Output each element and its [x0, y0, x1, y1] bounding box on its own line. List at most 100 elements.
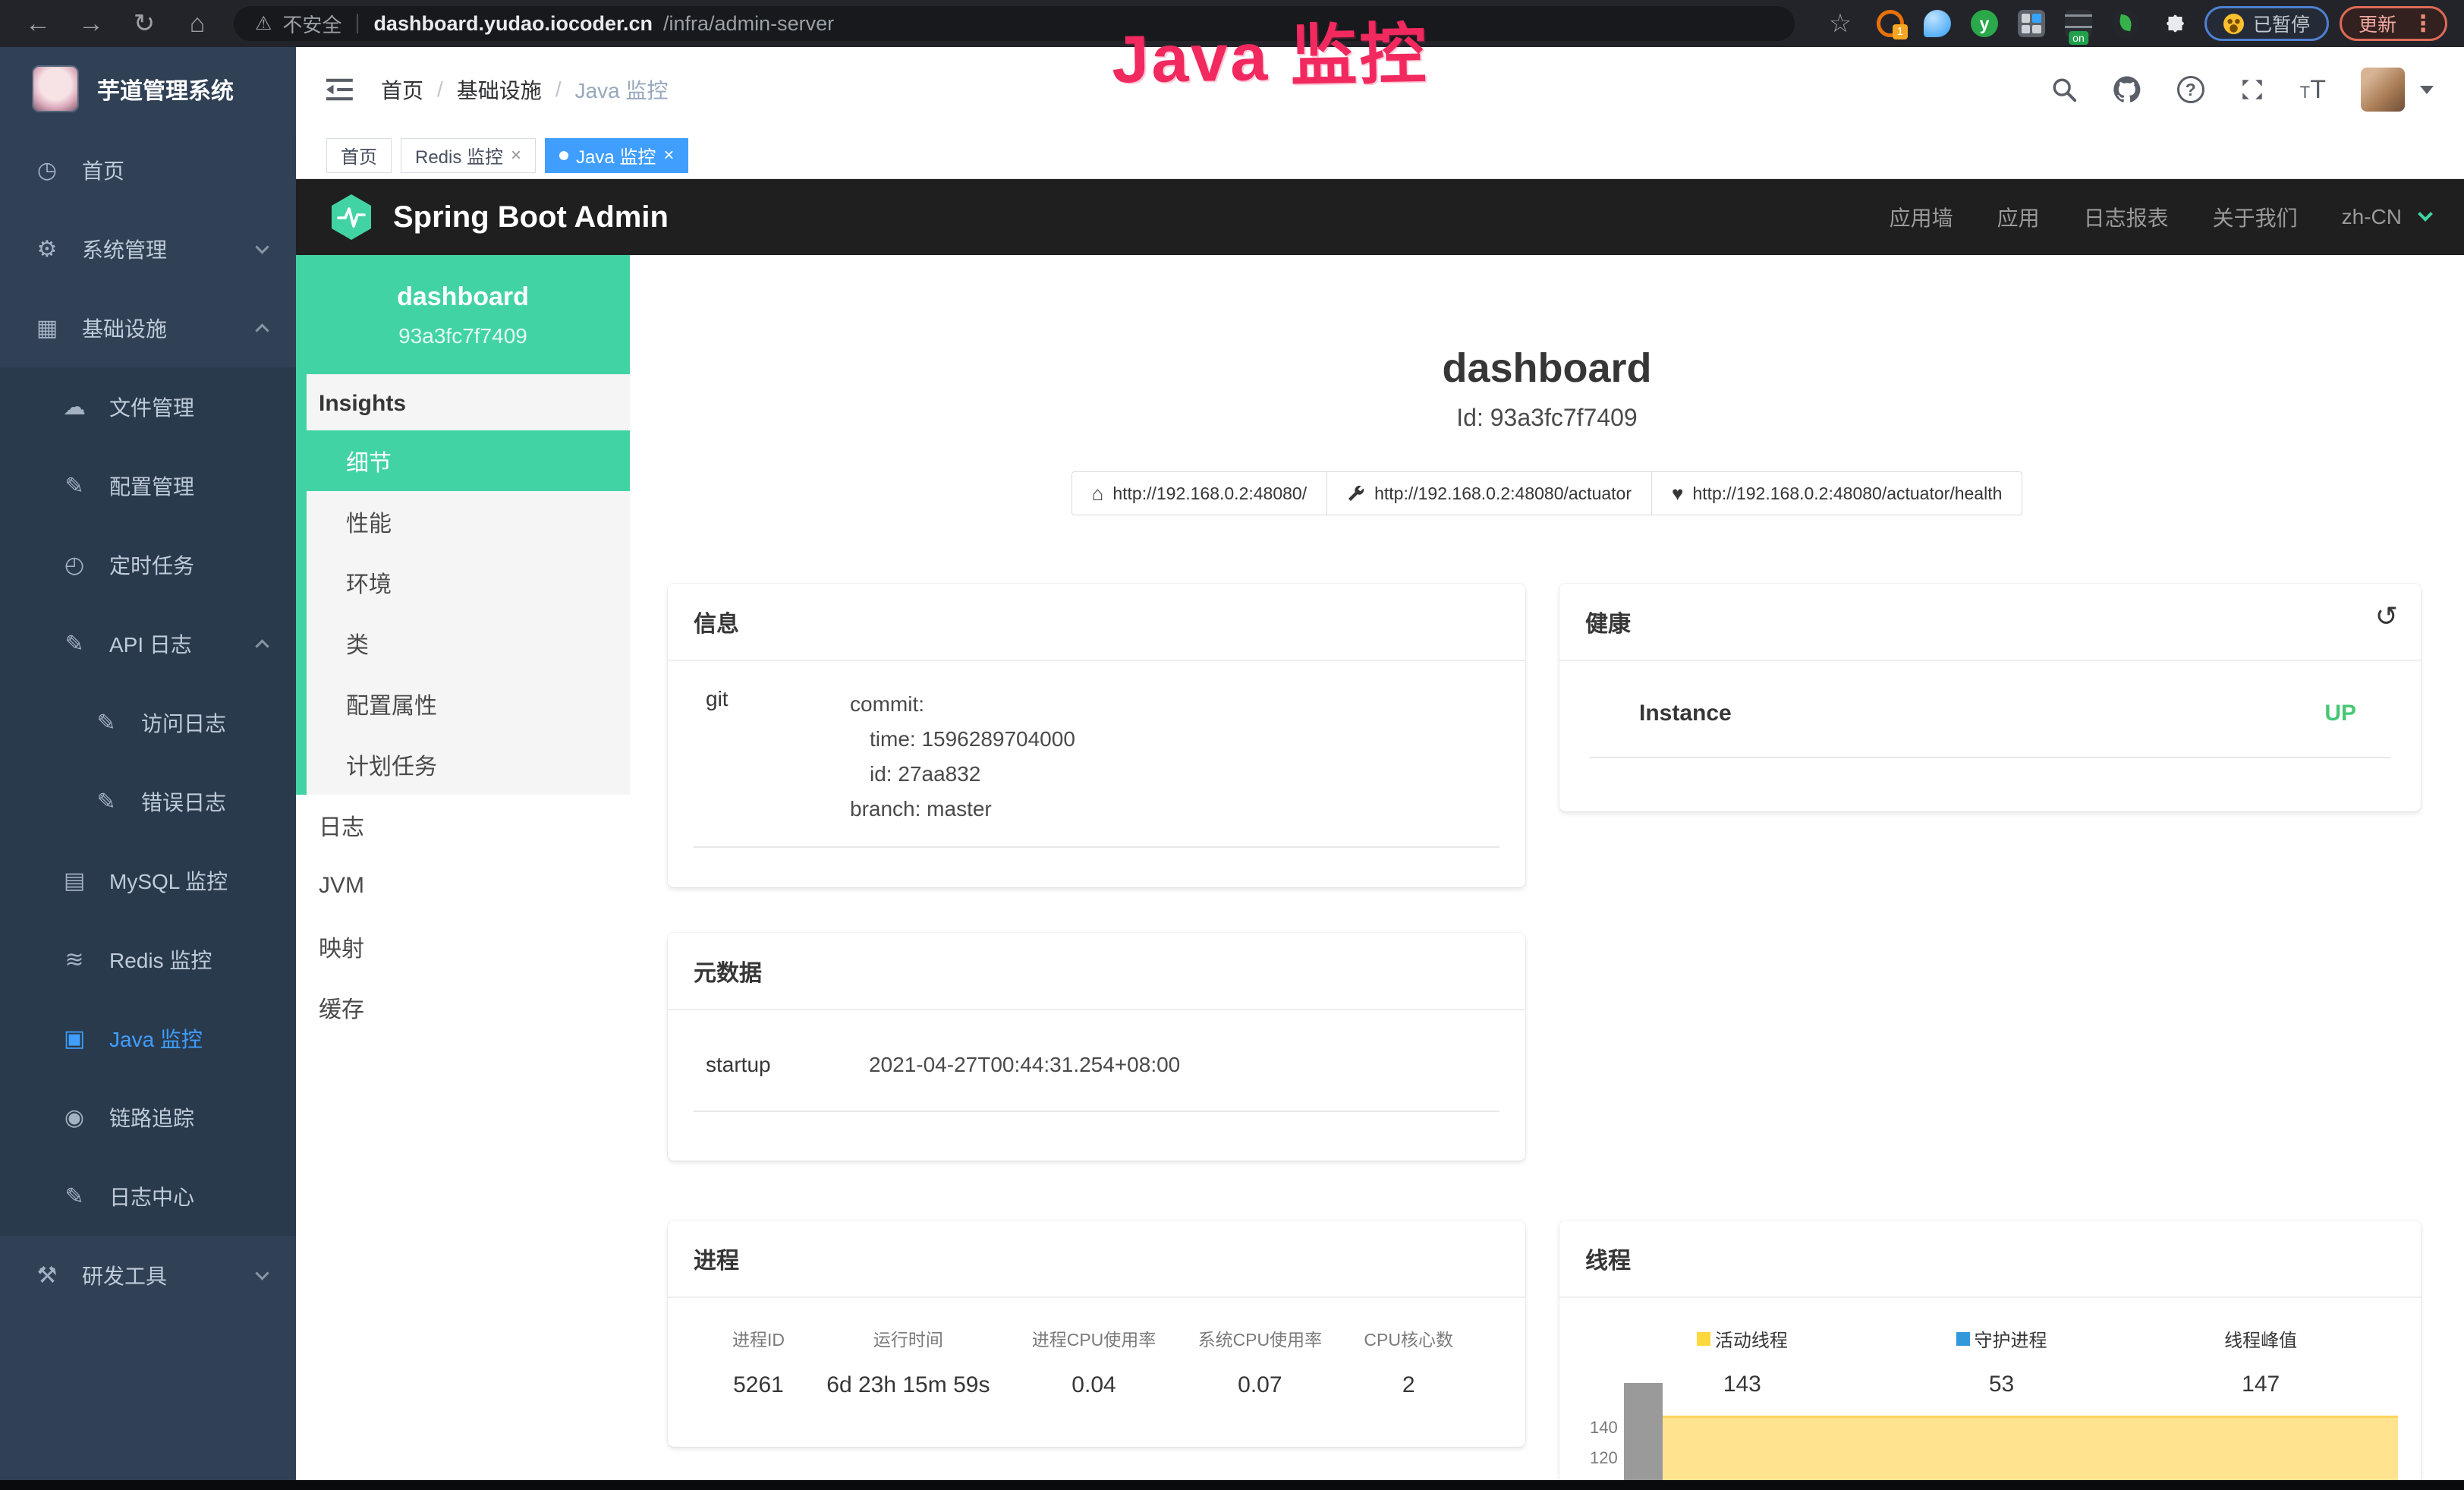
update-button[interactable]: 更新 ⋮: [2340, 6, 2447, 41]
sba-item-environment[interactable]: 环境: [307, 552, 630, 613]
health-url-button[interactable]: ♥ http://192.168.0.2:48080/actuator/heal…: [1651, 471, 2022, 515]
stat-label: CPU核心数: [1364, 1325, 1453, 1351]
sba-item-caches[interactable]: 缓存: [296, 977, 630, 1038]
close-icon[interactable]: ×: [511, 145, 521, 166]
sidebar-item-system[interactable]: ⚙ 系统管理: [0, 209, 296, 288]
extension-icon-leaf[interactable]: [2112, 10, 2139, 37]
sba-nav-about[interactable]: 关于我们: [2213, 202, 2298, 232]
sidebar-item-label: 文件管理: [109, 392, 194, 422]
actuator-url-button[interactable]: http://192.168.0.2:48080/actuator: [1326, 471, 1652, 515]
extension-icon-switch[interactable]: on: [2065, 10, 2092, 37]
tab-home[interactable]: 首页: [326, 138, 392, 173]
sba-item-metrics[interactable]: 性能: [307, 491, 630, 552]
health-instance-row[interactable]: Instance UP: [1590, 661, 2390, 758]
sba-app-id: 93a3fc7f7409: [304, 324, 622, 348]
extensions-puzzle-icon[interactable]: [2160, 10, 2188, 37]
sba-item-configprops[interactable]: 配置属性: [307, 673, 630, 734]
sba-item-logs[interactable]: 日志: [296, 795, 630, 855]
eye-icon: ◉: [59, 1104, 90, 1131]
close-icon[interactable]: ×: [663, 145, 674, 166]
browser-chrome: ← → ↻ ⌂ ⚠ 不安全 dashboard.yudao.iocoder.cn…: [0, 0, 2464, 47]
extension-letter: y: [1980, 14, 1990, 33]
sba-nav-applications[interactable]: 应用: [1997, 202, 2040, 232]
info-card-title: 信息: [668, 584, 1525, 661]
sba-app-header[interactable]: dashboard 93a3fc7f7409: [296, 255, 630, 374]
instance-label: Instance: [1639, 701, 1732, 726]
threads-card: 线程 活动线程 143: [1559, 1221, 2421, 1490]
status-badge: UP: [2324, 701, 2356, 726]
toolbox-icon: ⚒: [32, 1262, 62, 1289]
sidebar-item-redis[interactable]: ≋ Redis 监控: [0, 920, 296, 999]
help-icon[interactable]: ?: [2177, 76, 2204, 103]
sba-item-details[interactable]: 细节: [296, 430, 630, 491]
sidebar-item-devtools[interactable]: ⚒ 研发工具: [0, 1236, 296, 1315]
app-logo: [32, 65, 79, 112]
extension-icon-green[interactable]: y: [1971, 10, 1998, 37]
kebab-menu-icon[interactable]: ⋮: [2412, 11, 2434, 37]
sidebar-item-job[interactable]: ◴ 定时任务: [0, 525, 296, 604]
url-bar[interactable]: ⚠ 不安全 dashboard.yudao.iocoder.cn /infra/…: [234, 6, 1795, 41]
sba-sidebar: dashboard 93a3fc7f7409 Insights 细节 性能 环境…: [296, 255, 630, 1490]
sidebar-item-mysql[interactable]: ▤ MySQL 监控: [0, 841, 296, 920]
sidebar-item-label: Java 监控: [109, 1023, 203, 1054]
caret-down-icon[interactable]: [2420, 86, 2434, 94]
text-size-icon[interactable]: TT: [2300, 75, 2326, 105]
extension-icon-orange[interactable]: 1: [1877, 10, 1904, 37]
service-url-button[interactable]: ⌂ http://192.168.0.2:48080/: [1072, 471, 1328, 515]
sidebar-item-trace[interactable]: ◉ 链路追踪: [0, 1078, 296, 1157]
health-card-title: 健康: [1585, 612, 1631, 637]
tab-java-monitor[interactable]: Java 监控 ×: [545, 138, 688, 173]
sidebar-item-file[interactable]: ☁ 文件管理: [0, 367, 296, 446]
extension-icon-grid[interactable]: [2018, 10, 2045, 37]
sidebar-item-api-log[interactable]: ✎ API 日志: [0, 604, 296, 683]
sidebar-item-log-center[interactable]: ✎ 日志中心: [0, 1157, 296, 1236]
extension-icon-pin[interactable]: [1924, 10, 1951, 37]
search-icon[interactable]: [2051, 77, 2077, 102]
sidebar-fold-icon[interactable]: [326, 77, 355, 102]
edit-icon: ✎: [59, 473, 90, 499]
fullscreen-icon[interactable]: [2239, 77, 2265, 102]
screen-icon: ▣: [59, 1025, 90, 1052]
gear-icon: ⚙: [32, 236, 62, 263]
reload-icon[interactable]: ↻: [123, 8, 165, 39]
avatar[interactable]: [2361, 68, 2405, 112]
admin-sidebar: 芋道管理系统 ◷ 首页 ⚙ 系统管理 ▦ 基础设施 ☁ 文件管理 ✎ 配置管理: [0, 47, 296, 1490]
tab-label: Redis 监控: [415, 142, 503, 169]
stat-value: 53: [1872, 1372, 2132, 1397]
sba-brand-title[interactable]: Spring Boot Admin: [393, 200, 669, 235]
sidebar-item-label: 日志中心: [109, 1181, 194, 1211]
breadcrumb-infra[interactable]: 基础设施: [457, 74, 542, 105]
sba-nav-wallboard[interactable]: 应用墙: [1890, 202, 1953, 232]
back-icon[interactable]: ←: [17, 9, 59, 39]
sidebar-item-access-log[interactable]: ✎ 访问日志: [0, 683, 296, 762]
github-icon[interactable]: [2112, 74, 2142, 105]
startup-row: startup 2021-04-27T00:44:31.254+08:00: [694, 1010, 1499, 1112]
history-icon[interactable]: ↺: [2375, 600, 2398, 632]
bookmark-star-icon[interactable]: ☆: [1819, 8, 1861, 39]
sidebar-item-error-log[interactable]: ✎ 错误日志: [0, 762, 296, 841]
sba-item-classes[interactable]: 类: [307, 613, 630, 673]
breadcrumb-home[interactable]: 首页: [381, 74, 423, 105]
chevron-down-icon: [255, 1266, 269, 1280]
tab-redis-monitor[interactable]: Redis 监控 ×: [401, 138, 536, 173]
forward-icon[interactable]: →: [70, 9, 112, 39]
sidebar-item-config[interactable]: ✎ 配置管理: [0, 446, 296, 525]
sidebar-item-home[interactable]: ◷ 首页: [0, 131, 296, 209]
paused-pill[interactable]: 已暂停: [2204, 6, 2329, 41]
home-icon[interactable]: ⌂: [176, 9, 219, 39]
stat-label: 守护进程: [1975, 1325, 2047, 1352]
sba-item-scheduled-tasks[interactable]: 计划任务: [307, 734, 630, 795]
url-divider: [357, 14, 358, 33]
y-tick: 140: [1590, 1418, 1618, 1438]
sba-nav-journal[interactable]: 日志报表: [2084, 202, 2169, 232]
log-edit-icon: ✎: [91, 710, 121, 736]
sba-locale-select[interactable]: zh-CN: [2342, 205, 2402, 229]
chart-plot-area: [1663, 1405, 2421, 1490]
thread-stats: 活动线程 143 守护进程 53: [1559, 1298, 2421, 1397]
sidebar-item-label: 基础设施: [82, 313, 167, 343]
sidebar-item-java[interactable]: ▣ Java 监控: [0, 999, 296, 1078]
sba-item-jvm[interactable]: JVM: [296, 855, 630, 916]
app-logo-row[interactable]: 芋道管理系统: [0, 47, 296, 131]
sba-item-mappings[interactable]: 映射: [296, 916, 630, 977]
sidebar-item-infra[interactable]: ▦ 基础设施: [0, 288, 296, 367]
